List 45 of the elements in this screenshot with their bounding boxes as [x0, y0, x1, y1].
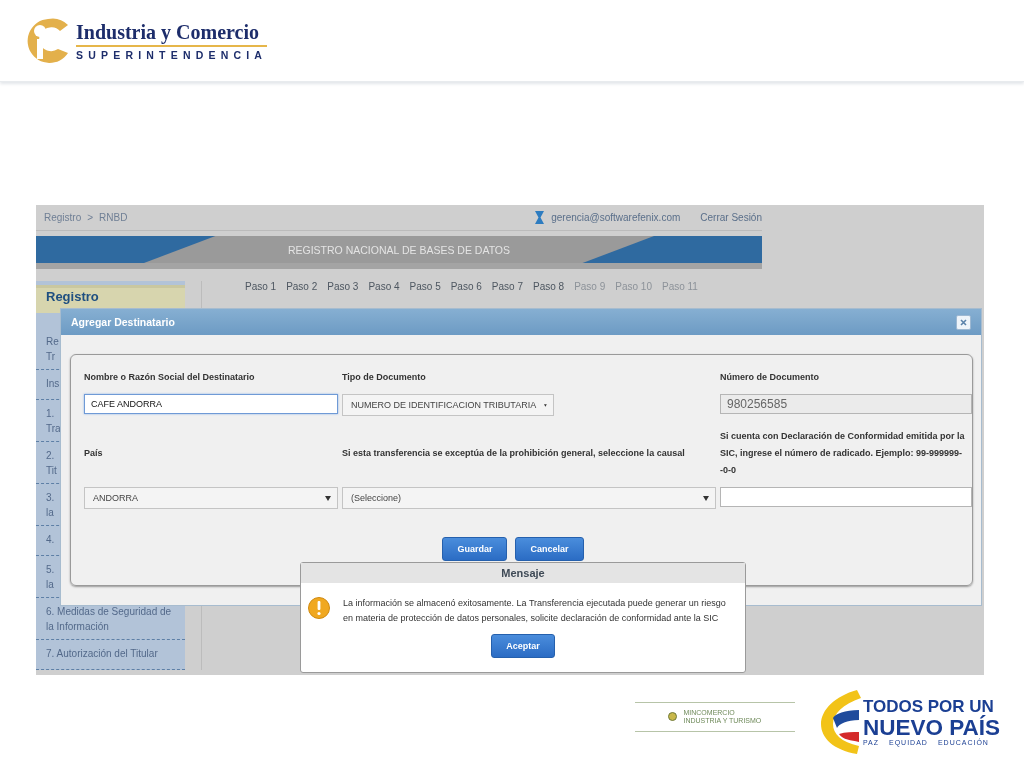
- field-label: Nombre o Razón Social del Destinatario: [84, 371, 256, 384]
- slogan-title: TODOS POR UN: [862, 697, 994, 716]
- field-label: Si esta transferencia se exceptúa de la prohibición general, seleccione la causal: [342, 447, 686, 460]
- text-field[interactable]: [720, 487, 972, 507]
- warning-icon: [307, 596, 331, 620]
- save-button[interactable]: Guardar: [442, 537, 508, 561]
- field-label: Número de Documento: [720, 371, 820, 384]
- step-label[interactable]: Paso 2: [286, 281, 318, 292]
- select-field[interactable]: (Seleccione): [342, 487, 716, 509]
- text-field[interactable]: CAFE ANDORRA: [84, 394, 338, 414]
- step-label: Paso 11: [661, 281, 698, 292]
- breadcrumb-link[interactable]: RNBD: [99, 212, 128, 223]
- caret-icon: [703, 495, 709, 501]
- step-label[interactable]: Paso 4: [368, 281, 400, 292]
- close-button[interactable]: [956, 314, 971, 330]
- emblem-icon: [668, 712, 678, 721]
- breadcrumb-link[interactable]: Registro: [44, 212, 82, 223]
- field-label: País: [84, 447, 104, 460]
- step-label[interactable]: Paso 7: [491, 281, 523, 292]
- user-email: gerencia@softwarefenix.com: [551, 212, 681, 223]
- banner-title: REGISTRO NACIONAL DE BASES DE DATOS: [144, 236, 654, 263]
- slogan-title: NUEVO PAÍS: [862, 715, 1000, 739]
- step-label[interactable]: Paso 3: [327, 281, 359, 292]
- step-label[interactable]: Paso 5: [409, 281, 441, 292]
- step-label[interactable]: Paso 6: [450, 281, 482, 292]
- step-label: Paso 10: [615, 281, 652, 292]
- accept-button[interactable]: Aceptar: [491, 634, 555, 658]
- field-label: Tipo de Documento: [342, 371, 427, 384]
- breadcrumb-separator: >: [87, 212, 94, 223]
- message-text: La información se almacenó exitosamente. La Transferencia ejecutada puede generar un riesgo en materia de protección de datos personales, solicite declaración de conformidad ante la SIC: [343, 597, 727, 625]
- logo-subtitle: SUPERINTENDENCIA: [76, 48, 268, 61]
- caret-icon: [544, 402, 547, 408]
- step-label[interactable]: Paso 1: [245, 281, 277, 292]
- close-icon: [960, 318, 967, 326]
- caret-icon: [325, 495, 331, 501]
- message-title: Mensaje: [501, 567, 545, 579]
- logo-title: Industria y Comercio: [76, 20, 268, 47]
- logout-link[interactable]: Cerrar Sesión: [700, 212, 762, 223]
- cancel-button[interactable]: Cancelar: [515, 537, 584, 561]
- select-field[interactable]: NUMERO DE IDENTIFICACION TRIBUTARIA: [342, 394, 554, 416]
- sidebar-item[interactable]: 7. Autorización del Titular: [36, 640, 185, 670]
- dialog-title: Agregar Destinatario: [71, 316, 175, 328]
- select-field[interactable]: ANDORRA: [84, 487, 338, 509]
- step-label[interactable]: Paso 8: [533, 281, 565, 292]
- field-label: Si cuenta con Declaración de Conformidad emitida por la SIC, ingrese el número de radicado. Ejemplo: 99-999999--0-0: [720, 430, 966, 477]
